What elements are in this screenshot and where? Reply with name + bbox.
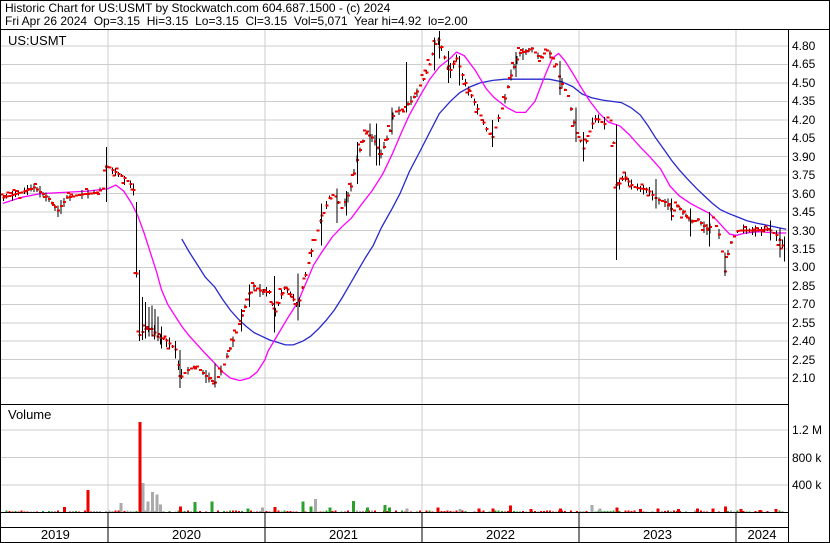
year-label-2022: 2022: [486, 527, 515, 542]
volume-axis-label: 400 k: [792, 478, 822, 492]
price-axis-label: 3.45: [792, 205, 816, 220]
price-axis-label: 2.55: [792, 315, 816, 330]
price-axis-label: 4.80: [792, 39, 816, 53]
price-axis-label: 4.35: [792, 94, 816, 109]
price-axis-label: 3.00: [792, 260, 816, 275]
price-axis-label: 3.75: [792, 168, 816, 183]
price-axis-label: 2.10: [792, 371, 816, 386]
price-axis-label: 4.05: [792, 131, 816, 146]
price-bars: [0, 31, 786, 388]
volume-axis-label: 1.2 M: [792, 423, 823, 437]
price-axis-label: 3.15: [792, 241, 816, 256]
historic-chart-window: Historic Chart for US:USMT by Stockwatch…: [0, 0, 830, 543]
price-axis-label: 2.40: [792, 334, 816, 349]
chart-canvas: [0, 0, 830, 543]
price-axis-label: 4.20: [792, 112, 816, 127]
price-axis-label: 3.60: [792, 186, 816, 201]
volume-axis-label: 800 k: [792, 450, 822, 465]
price-axis-label: 4.50: [792, 75, 816, 90]
quote-summary-line: Fri Apr 26 2024 Op=3.15 Hi=3.15 Lo=3.15 …: [5, 14, 468, 28]
price-axis-label: 4.65: [792, 57, 816, 72]
price-axis-label: 3.90: [792, 149, 816, 164]
year-label-2021: 2021: [329, 527, 358, 542]
year-label-2020: 2020: [172, 527, 201, 542]
year-label-2024: 2024: [747, 527, 777, 542]
volume-bars: [2, 421, 784, 513]
symbol-label: US:USMT: [8, 33, 67, 48]
price-axis-label: 3.30: [792, 223, 816, 238]
year-label-2019: 2019: [40, 527, 70, 542]
price-axis-label: 2.25: [792, 352, 816, 367]
gridlines: [1, 30, 788, 512]
price-axis-label: 2.70: [792, 297, 816, 312]
price-axis-label: 2.85: [792, 278, 816, 293]
volume-pane-label: Volume: [8, 407, 52, 422]
year-label-2023: 2023: [643, 527, 672, 542]
